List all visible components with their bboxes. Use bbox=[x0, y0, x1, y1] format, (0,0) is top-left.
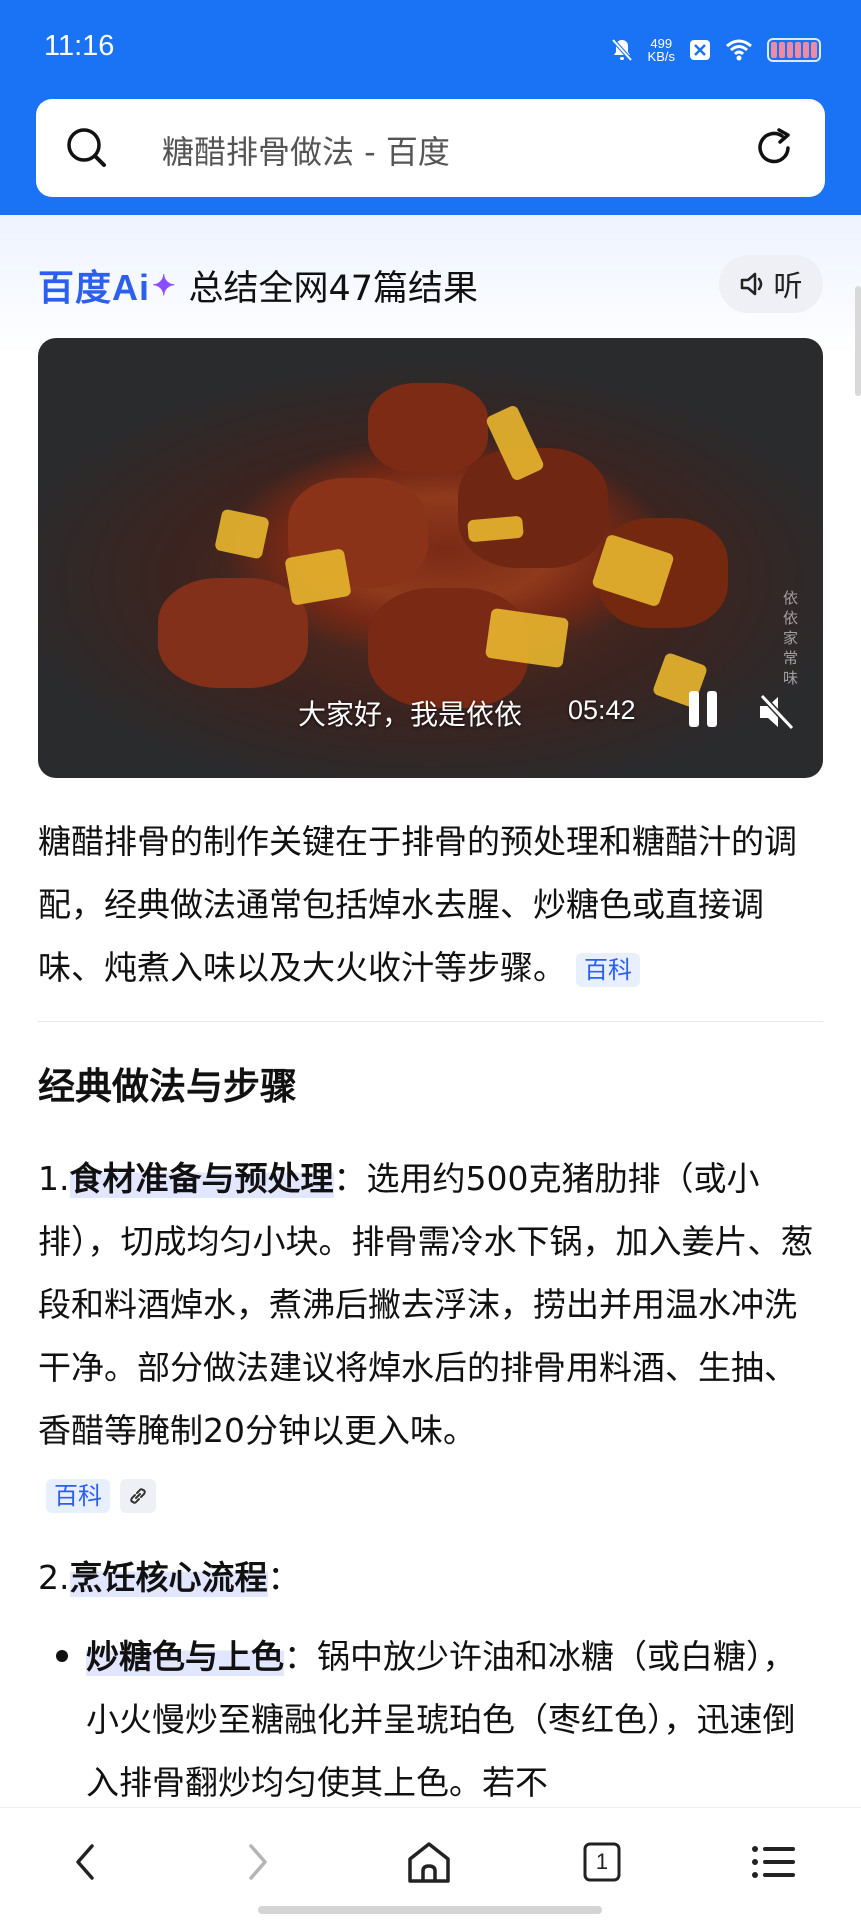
listen-label: 听 bbox=[773, 269, 803, 303]
net-speed-unit: KB/s bbox=[647, 49, 675, 64]
step-2-label: 烹饪核心流程 bbox=[69, 1558, 268, 1597]
video-player[interactable]: 依依家常味 大家好，我是依依 05:42 bbox=[38, 338, 823, 778]
link-icon[interactable] bbox=[120, 1478, 156, 1513]
net-speed: 499 KB/s bbox=[648, 37, 675, 63]
tab-count: 1 bbox=[595, 1849, 609, 1874]
step-1-source-tag[interactable]: 百科 bbox=[46, 1478, 110, 1513]
mute-button[interactable] bbox=[754, 690, 798, 734]
chevron-left-icon bbox=[76, 1844, 94, 1880]
search-query[interactable]: 糖醋排骨做法 - 百度 bbox=[162, 127, 450, 173]
step-2-number: 2. bbox=[38, 1558, 70, 1597]
step-2-suffix: ： bbox=[267, 1558, 301, 1597]
source-tag-baike[interactable]: 百科 bbox=[576, 952, 640, 987]
section-title: 经典做法与步骤 bbox=[38, 1065, 297, 1108]
home-indicator bbox=[258, 1906, 602, 1914]
page-content: 百度Ai✦ 总结全网47篇结果 听 依依家常味 大家好，我是依依 05:42 bbox=[0, 215, 861, 1807]
search-bar[interactable]: 糖醋排骨做法 - 百度 bbox=[36, 99, 825, 197]
wifi-icon bbox=[726, 39, 752, 61]
forward-button[interactable] bbox=[227, 1832, 287, 1892]
ai-brand: 百度Ai bbox=[38, 267, 151, 308]
bottom-nav: 1 bbox=[0, 1807, 861, 1920]
tabs-button[interactable]: 1 bbox=[572, 1832, 632, 1892]
chevron-right-icon bbox=[249, 1844, 267, 1880]
intro-text: 糖醋排骨的制作关键在于排骨的预处理和糖醋汁的调配，经典做法通常包括焯水去腥、炒糖… bbox=[38, 822, 797, 987]
bullet-item: 炒糖色与上色：锅中放少许油和冰糖（或白糖），小火慢炒至糖融化并呈琥珀色（枣红色）… bbox=[56, 1625, 816, 1807]
sparkle-icon: ✦ bbox=[152, 269, 177, 301]
back-button[interactable] bbox=[56, 1832, 116, 1892]
video-caption: 大家好，我是依依 bbox=[298, 698, 523, 731]
search-icon[interactable] bbox=[64, 125, 110, 171]
home-icon bbox=[408, 1842, 450, 1883]
listen-button[interactable]: 听 bbox=[719, 255, 823, 313]
menu-button[interactable] bbox=[744, 1832, 804, 1892]
status-time: 11:16 bbox=[44, 30, 115, 62]
menu-icon bbox=[752, 1846, 795, 1878]
step-1: 1.食材准备与预处理：选用约500克猪肋排（或小排），切成均匀小块。排骨需冷水下… bbox=[38, 1147, 828, 1525]
step-1-label: 食材准备与预处理 bbox=[69, 1159, 334, 1198]
pause-icon bbox=[689, 691, 699, 727]
scrollbar[interactable] bbox=[855, 286, 861, 396]
app-notification-icon bbox=[690, 40, 710, 60]
mute-bell-icon bbox=[611, 38, 633, 62]
speaker-icon bbox=[741, 272, 763, 296]
ai-summary-header: 百度Ai ✦ 总结全网47篇结果 听 bbox=[38, 255, 823, 315]
status-icons: 499 KB/s bbox=[610, 30, 821, 70]
step-1-text: ：选用约500克猪肋排（或小排），切成均匀小块。排骨需冷水下锅，加入姜片、葱段和… bbox=[38, 1159, 814, 1450]
top-bar: 11:16 499 KB/s 糖醋排骨做法 - 百度 bbox=[0, 0, 861, 215]
divider bbox=[38, 1021, 823, 1022]
bullet-label: 炒糖色与上色 bbox=[86, 1637, 284, 1676]
intro-paragraph: 糖醋排骨的制作关键在于排骨的预处理和糖醋汁的调配，经典做法通常包括焯水去腥、炒糖… bbox=[38, 810, 828, 999]
step-2: 2.烹饪核心流程： bbox=[38, 1546, 828, 1609]
baidu-ai-logo: 百度Ai ✦ bbox=[38, 259, 176, 311]
video-duration: 05:42 bbox=[568, 695, 636, 725]
reload-icon[interactable] bbox=[751, 125, 797, 171]
pause-button[interactable] bbox=[683, 691, 723, 731]
home-button[interactable] bbox=[399, 1832, 459, 1892]
video-watermark: 依依家常味 bbox=[783, 589, 799, 687]
status-bar: 11:16 499 KB/s bbox=[0, 0, 861, 100]
bullet-dot bbox=[56, 1650, 68, 1662]
ai-summary-text: 总结全网47篇结果 bbox=[188, 268, 479, 309]
step-1-number: 1. bbox=[38, 1159, 70, 1198]
battery-icon bbox=[767, 38, 821, 62]
